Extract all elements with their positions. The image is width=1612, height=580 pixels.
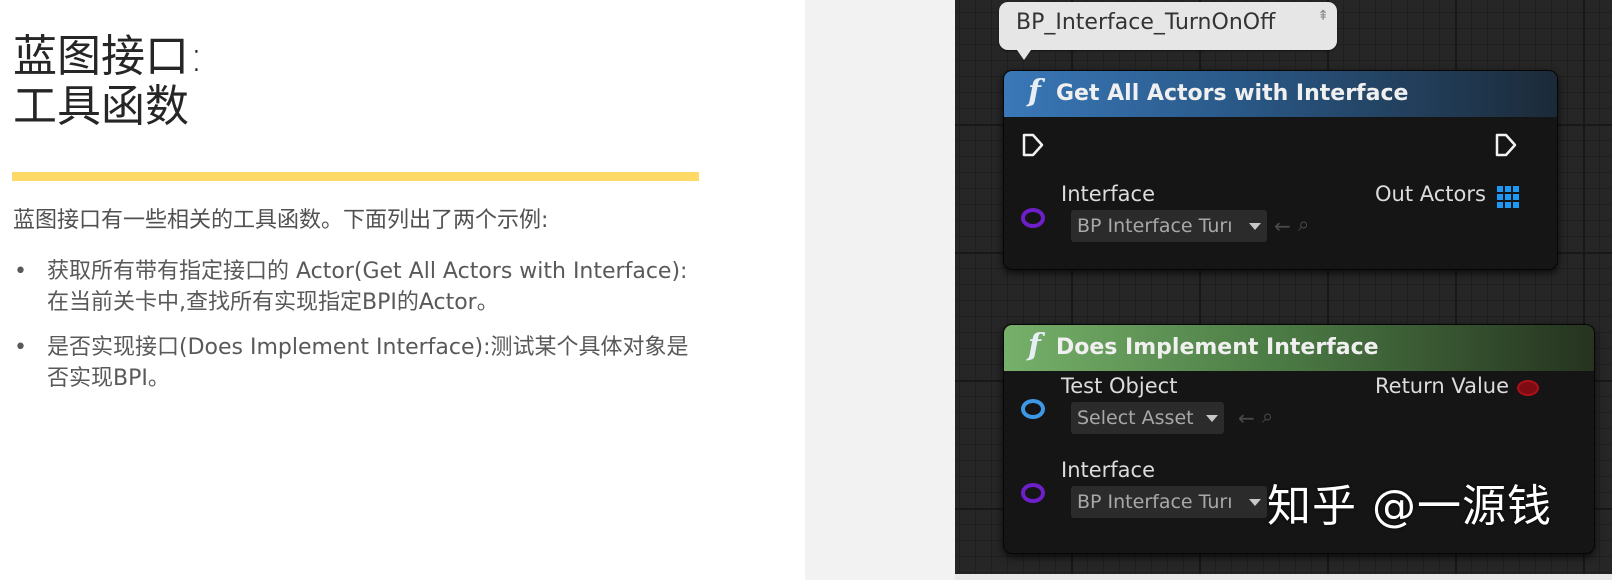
use-selected-arrow-icon[interactable]: ← [1274, 214, 1291, 238]
comment-bubble[interactable]: BP_Interface_TurnOnOff ⇞ [999, 2, 1337, 60]
comment-text: BP_Interface_TurnOnOff [1016, 10, 1276, 35]
return-value-pin-label: Return Value [1375, 374, 1510, 398]
bullet-dot: • [14, 259, 27, 284]
intro-text: 蓝图接口有一些相关的工具函数。下面列出了两个示例: [13, 208, 549, 233]
bottom-border [955, 574, 1612, 580]
bullet-dot: • [14, 335, 27, 360]
zhihu-watermark: 知乎 @一源钱 [1267, 481, 1552, 532]
interface-dropdown-value: BP Interface Turı [1077, 215, 1233, 237]
node-get-all-actors-with-interface[interactable]: f Get All Actors with Interface Interfac… [1003, 70, 1558, 270]
bullet-list: • 获取所有带有指定接口的 Actor(Get All Actors with … [13, 256, 693, 408]
bullet-text: 是否实现接口(Does Implement Interface):测试某个具体对… [47, 335, 689, 391]
title-accent-bar [12, 172, 699, 181]
chevron-down-icon [1249, 223, 1261, 230]
function-icon: f [1028, 328, 1041, 363]
interface-class-dropdown[interactable]: BP Interface Turı [1071, 210, 1267, 242]
bullet-item: • 是否实现接口(Does Implement Interface):测试某个具… [13, 332, 693, 394]
interface-pin-icon[interactable] [1021, 208, 1045, 228]
bool-pin-icon[interactable] [1517, 380, 1539, 396]
out-actors-pin-label: Out Actors [1375, 182, 1486, 206]
exec-out-pin-icon[interactable] [1494, 133, 1518, 157]
slide-right-margin [805, 0, 955, 580]
node-header[interactable]: f Get All Actors with Interface [1004, 71, 1557, 117]
exec-in-pin-icon[interactable] [1021, 133, 1045, 157]
interface-pin-label: Interface [1061, 458, 1156, 482]
interface-class-dropdown[interactable]: BP Interface Turı [1071, 486, 1267, 518]
blueprint-graph[interactable]: BP_Interface_TurnOnOff ⇞ f Get All Actor… [955, 0, 1612, 580]
pin-icon[interactable]: ⇞ [1317, 8, 1329, 24]
select-asset-value: Select Asset [1077, 407, 1194, 429]
select-asset-dropdown[interactable]: Select Asset [1071, 402, 1224, 434]
interface-dropdown-value: BP Interface Turı [1077, 491, 1233, 513]
slide-panel: 蓝图接口: 工具函数 蓝图接口有一些相关的工具函数。下面列出了两个示例: • 获… [0, 0, 805, 580]
test-object-pin-label: Test Object [1061, 374, 1178, 398]
chevron-down-icon [1206, 415, 1218, 422]
slide-title: 蓝图接口: 工具函数 [13, 32, 204, 132]
node-title: Does Implement Interface [1056, 335, 1379, 360]
comment-tail [1017, 50, 1031, 60]
browse-search-icon[interactable]: ⌕ [1262, 404, 1273, 428]
slide-title-line2: 工具函数 [13, 81, 189, 132]
interface-pin-label: Interface [1061, 182, 1156, 206]
function-icon: f [1028, 74, 1041, 109]
object-pin-icon[interactable] [1021, 399, 1045, 419]
browse-search-icon[interactable]: ⌕ [1298, 212, 1309, 236]
bullet-text: 获取所有带有指定接口的 Actor(Get All Actors with In… [47, 259, 688, 315]
interface-pin-icon[interactable] [1021, 483, 1045, 503]
chevron-down-icon [1249, 499, 1261, 506]
bullet-item: • 获取所有带有指定接口的 Actor(Get All Actors with … [13, 256, 693, 318]
node-header[interactable]: f Does Implement Interface [1004, 325, 1594, 371]
slide-title-line1: 蓝图接口: [13, 31, 204, 82]
array-pin-icon[interactable] [1497, 186, 1519, 208]
node-title: Get All Actors with Interface [1056, 81, 1409, 106]
use-selected-arrow-icon[interactable]: ← [1238, 406, 1255, 430]
